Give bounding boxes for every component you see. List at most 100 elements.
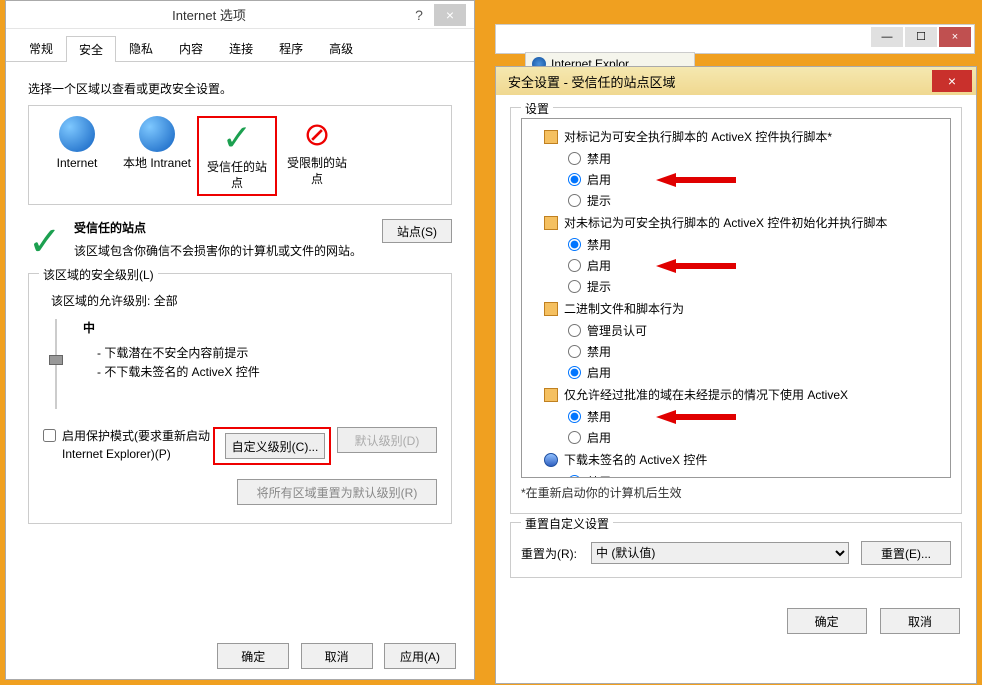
reset-all-zones-button[interactable]: 将所有区域重置为默认级别(R) [237,479,437,505]
setting-group-header: 对未标记为可安全执行脚本的 ActiveX 控件初始化并执行脚本 [526,211,946,234]
setting-icon [544,130,558,144]
setting-icon [544,453,558,467]
radio[interactable] [568,345,581,358]
reset-legend: 重置自定义设置 [521,515,613,532]
radio[interactable] [568,410,581,423]
intranet-icon [139,116,175,152]
settings-tree[interactable]: 对标记为可安全执行脚本的 ActiveX 控件执行脚本*禁用启用提示对未标记为可… [521,118,951,478]
ok-button[interactable]: 确定 [787,608,867,634]
sites-button[interactable]: 站点(S) [382,219,452,243]
settings-group: 设置 对标记为可安全执行脚本的 ActiveX 控件执行脚本*禁用启用提示对未标… [510,107,962,514]
watermark-icon [892,657,914,679]
settings-legend: 设置 [521,100,553,117]
radio[interactable] [568,194,581,207]
watermark: ·系统之家 [892,657,972,679]
setting-option[interactable]: 禁用 [526,471,946,478]
radio[interactable] [568,280,581,293]
forbidden-icon: ⊘ [299,116,335,152]
browser-window-chrome: — ☐ × [495,24,975,54]
setting-group-header: 对标记为可安全执行脚本的 ActiveX 控件执行脚本* [526,125,946,148]
setting-option[interactable]: 启用 [526,362,946,383]
big-check-icon: ✓ [28,219,74,265]
restart-note: *在重新启动你的计算机后生效 [521,484,951,501]
dialog-title: Internet 选项 [14,5,404,24]
setting-option[interactable]: 禁用 [526,234,946,255]
security-level-legend: 该区域的安全级别(L) [39,266,158,283]
reset-label: 重置为(R): [521,545,591,562]
check-icon: ✓ [219,120,255,156]
radio[interactable] [568,431,581,444]
radio[interactable] [568,259,581,272]
setting-group-header: 二进制文件和脚本行为 [526,297,946,320]
reset-group: 重置自定义设置 重置为(R): 中 (默认值) 重置(E)... [510,522,962,578]
allow-levels: 该区域的允许级别: 全部 [51,292,437,309]
titlebar: 安全设置 - 受信任的站点区域 × [496,67,976,95]
annotation-arrow-icon [656,173,736,187]
setting-option[interactable]: 禁用 [526,406,946,427]
zone-trusted[interactable]: ✓ 受信任的站 点 [197,116,277,196]
setting-option[interactable]: 禁用 [526,148,946,169]
protect-mode-checkbox[interactable] [43,429,56,442]
zone-description: ✓ 受信任的站点 该区域包含你确信不会损害你的计算机或文件的网站。 [28,219,382,265]
tab-programs[interactable]: 程序 [266,35,316,61]
zone-restricted[interactable]: ⊘ 受限制的站 点 [277,116,357,196]
security-settings-dialog: 安全设置 - 受信任的站点区域 × 设置 对标记为可安全执行脚本的 Active… [495,66,977,684]
tab-security[interactable]: 安全 [66,36,116,62]
ok-button[interactable]: 确定 [217,643,289,669]
annotation-arrow-icon [656,259,736,273]
security-slider[interactable] [43,319,71,409]
default-level-button[interactable]: 默认级别(D) [337,427,437,453]
reset-select[interactable]: 中 (默认值) [591,542,849,564]
tab-content[interactable]: 内容 [166,35,216,61]
zone-list: Internet 本地 Intranet ✓ 受信任的站 点 ⊘ 受限制的站 点 [28,105,452,205]
security-level-group: 该区域的安全级别(L) 该区域的允许级别: 全部 中 下载潜在不安全内容前提示 … [28,273,452,524]
apply-button[interactable]: 应用(A) [384,643,456,669]
dialog-footer: 确定 取消 [496,598,976,644]
reset-button[interactable]: 重置(E)... [861,541,951,565]
minimize-icon[interactable]: — [871,27,903,47]
setting-icon [544,216,558,230]
zone-prompt: 选择一个区域以查看或更改安全设置。 [28,80,452,97]
tab-general[interactable]: 常规 [16,35,66,61]
radio[interactable] [568,475,581,478]
setting-group-header: 下载未签名的 ActiveX 控件 [526,448,946,471]
setting-icon [544,302,558,316]
slider-thumb[interactable] [49,355,63,365]
zone-intranet[interactable]: 本地 Intranet [117,116,197,196]
help-icon[interactable]: ? [404,7,434,23]
setting-option[interactable]: 管理员认可 [526,320,946,341]
cancel-button[interactable]: 取消 [880,608,960,634]
radio[interactable] [568,366,581,379]
maximize-icon[interactable]: ☐ [905,27,937,47]
zone-desc-title: 受信任的站点 [74,221,146,235]
close-icon[interactable]: × [932,70,972,92]
level-name: 中 [83,321,95,335]
radio[interactable] [568,238,581,251]
close-icon[interactable]: × [434,4,466,26]
setting-option[interactable]: 提示 [526,190,946,211]
custom-level-button[interactable]: 自定义级别(C)... [225,433,325,459]
setting-option[interactable]: 启用 [526,427,946,448]
radio[interactable] [568,324,581,337]
highlight-annotation: 自定义级别(C)... [213,427,331,465]
tab-advanced[interactable]: 高级 [316,35,366,61]
dialog-footer: 确定 取消 应用(A) [209,643,456,669]
cancel-button[interactable]: 取消 [301,643,373,669]
radio[interactable] [568,152,581,165]
setting-option[interactable]: 启用 [526,169,946,190]
internet-options-dialog: Internet 选项 ? × 常规 安全 隐私 内容 连接 程序 高级 选择一… [5,0,475,680]
tab-strip: 常规 安全 隐私 内容 连接 程序 高级 [6,29,474,62]
tab-privacy[interactable]: 隐私 [116,35,166,61]
setting-icon [544,388,558,402]
close-icon[interactable]: × [939,27,971,47]
setting-option[interactable]: 禁用 [526,341,946,362]
tab-connections[interactable]: 连接 [216,35,266,61]
setting-option[interactable]: 提示 [526,276,946,297]
annotation-arrow-icon [656,410,736,424]
setting-option[interactable]: 启用 [526,255,946,276]
radio[interactable] [568,173,581,186]
zone-desc-text: 该区域包含你确信不会损害你的计算机或文件的网站。 [74,242,362,260]
zone-internet[interactable]: Internet [37,116,117,196]
titlebar: Internet 选项 ? × [6,1,474,29]
dialog-title: 安全设置 - 受信任的站点区域 [508,72,932,91]
